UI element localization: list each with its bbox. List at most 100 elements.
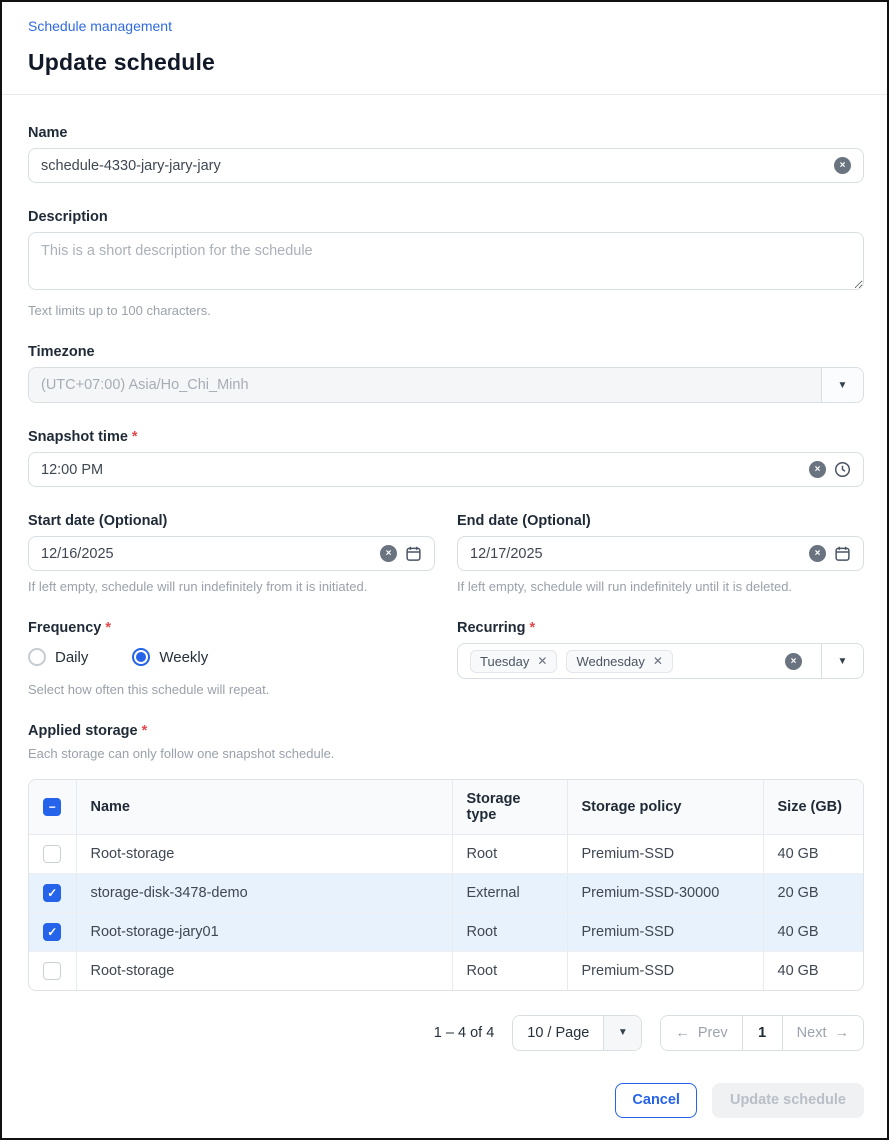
name-label: Name xyxy=(28,125,864,141)
cell-storage-policy: Premium-SSD xyxy=(567,912,763,951)
table-row: ✓ Root-storage-jary01RootPremium-SSD40 GB xyxy=(29,912,863,951)
snapshot-time-label: Snapshot time* xyxy=(28,429,864,445)
description-group: Description Text limits up to 100 charac… xyxy=(28,209,864,318)
cell-storage-type: Root xyxy=(452,912,567,951)
recurring-group: Recurring* Tuesday ✕ Wednesday ✕ × ▼ xyxy=(457,620,864,697)
radio-icon xyxy=(132,648,150,666)
cell-name: Root-storage xyxy=(76,951,452,990)
timezone-value: (UTC+07:00) Asia/Ho_Chi_Minh xyxy=(29,368,821,402)
name-input[interactable] xyxy=(41,158,826,174)
start-date-input[interactable] xyxy=(41,546,372,562)
row-checkbox[interactable]: ✓ xyxy=(43,923,61,941)
row-checkbox[interactable] xyxy=(43,962,61,980)
end-date-group: End date (Optional) × If left empty, sch… xyxy=(457,513,864,594)
required-asterisk: * xyxy=(105,620,111,636)
cell-size: 40 GB xyxy=(763,951,863,990)
description-label: Description xyxy=(28,209,864,225)
storage-table-body: Root-storageRootPremium-SSD40 GB✓storage… xyxy=(29,834,863,990)
recurring-label: Recurring* xyxy=(457,620,864,636)
start-date-helper: If left empty, schedule will run indefin… xyxy=(28,579,435,594)
table-row: ✓storage-disk-3478-demoExternalPremium-S… xyxy=(29,873,863,912)
pager: ← Prev 1 Next → xyxy=(660,1015,864,1051)
row-checkbox[interactable]: ✓ xyxy=(43,884,61,902)
radio-daily[interactable]: Daily xyxy=(28,648,88,666)
chevron-down-icon: ▼ xyxy=(838,380,848,391)
cancel-button[interactable]: Cancel xyxy=(615,1083,697,1118)
start-date-field: × xyxy=(28,536,435,571)
clear-icon[interactable]: × xyxy=(834,157,851,174)
applied-storage-section: Applied storage* Each storage can only f… xyxy=(28,723,864,1051)
column-header-size: Size (GB) xyxy=(763,780,863,834)
breadcrumb-schedule-management[interactable]: Schedule management xyxy=(28,18,861,34)
cell-name: storage-disk-3478-demo xyxy=(76,873,452,912)
table-row: Root-storageRootPremium-SSD40 GB xyxy=(29,834,863,873)
end-date-input[interactable] xyxy=(470,546,801,562)
end-date-helper: If left empty, schedule will run indefin… xyxy=(457,579,864,594)
page-size-value: 10 / Page xyxy=(513,1016,603,1050)
clear-icon[interactable]: × xyxy=(785,653,802,670)
start-date-label: Start date (Optional) xyxy=(28,513,435,529)
description-textarea[interactable] xyxy=(28,232,864,290)
tag-tuesday: Tuesday ✕ xyxy=(470,650,557,673)
select-all-checkbox[interactable]: − xyxy=(43,798,61,816)
cell-size: 40 GB xyxy=(763,912,863,951)
frequency-options: Daily Weekly xyxy=(28,646,435,668)
prev-button[interactable]: ← Prev xyxy=(661,1016,741,1050)
arrow-left-icon: ← xyxy=(675,1025,690,1041)
current-page: 1 xyxy=(742,1016,782,1050)
end-date-field: × xyxy=(457,536,864,571)
column-header-storage-policy: Storage policy xyxy=(567,780,763,834)
table-row: Root-storageRootPremium-SSD40 GB xyxy=(29,951,863,990)
pagination-range: 1 – 4 of 4 xyxy=(434,1025,494,1041)
timezone-dropdown-button[interactable]: ▼ xyxy=(821,368,863,402)
column-header-name: Name xyxy=(76,780,452,834)
row-checkbox[interactable] xyxy=(43,845,61,863)
page-size-select[interactable]: 10 / Page ▼ xyxy=(512,1015,642,1051)
applied-storage-helper: Each storage can only follow one snapsho… xyxy=(28,746,864,761)
radio-icon xyxy=(28,648,46,666)
cell-storage-type: Root xyxy=(452,951,567,990)
cell-name: Root-storage-jary01 xyxy=(76,912,452,951)
required-asterisk: * xyxy=(132,429,138,445)
name-group: Name × xyxy=(28,125,864,183)
close-icon[interactable]: ✕ xyxy=(537,654,547,668)
snapshot-time-input[interactable] xyxy=(41,462,801,478)
storage-table: − Name Storage type Storage policy Size … xyxy=(28,779,864,991)
frequency-row: Frequency* Daily Weekly Select how often… xyxy=(28,620,864,723)
cell-size: 20 GB xyxy=(763,873,863,912)
cell-storage-type: Root xyxy=(452,834,567,873)
clock-icon[interactable] xyxy=(834,461,851,478)
recurring-dropdown-button[interactable]: ▼ xyxy=(821,644,863,678)
next-button[interactable]: Next → xyxy=(782,1016,863,1050)
calendar-icon[interactable] xyxy=(405,545,422,562)
timezone-select: (UTC+07:00) Asia/Ho_Chi_Minh ▼ xyxy=(28,367,864,403)
page-header: Schedule management Update schedule xyxy=(2,2,887,76)
clear-icon[interactable]: × xyxy=(380,545,397,562)
cell-storage-type: External xyxy=(452,873,567,912)
frequency-label: Frequency* xyxy=(28,620,435,636)
table-header-row: − Name Storage type Storage policy Size … xyxy=(29,780,863,834)
cell-storage-policy: Premium-SSD xyxy=(567,951,763,990)
snapshot-time-group: Snapshot time* × xyxy=(28,429,864,487)
pagination: 1 – 4 of 4 10 / Page ▼ ← Prev 1 Next → xyxy=(28,1015,864,1051)
snapshot-time-field: × xyxy=(28,452,864,487)
clear-icon[interactable]: × xyxy=(809,545,826,562)
cell-name: Root-storage xyxy=(76,834,452,873)
required-asterisk: * xyxy=(142,723,148,739)
description-helper: Text limits up to 100 characters. xyxy=(28,303,864,318)
required-asterisk: * xyxy=(530,620,536,636)
applied-storage-label: Applied storage* xyxy=(28,723,864,739)
cell-storage-policy: Premium-SSD xyxy=(567,834,763,873)
cell-size: 40 GB xyxy=(763,834,863,873)
name-field: × xyxy=(28,148,864,183)
update-schedule-form: Name × Description Text limits up to 100… xyxy=(2,95,887,1142)
close-icon[interactable]: ✕ xyxy=(653,654,663,668)
tag-wednesday: Wednesday ✕ xyxy=(566,650,672,673)
chevron-down-icon: ▼ xyxy=(603,1016,641,1050)
update-schedule-button[interactable]: Update schedule xyxy=(712,1083,864,1118)
clear-icon[interactable]: × xyxy=(809,461,826,478)
start-date-group: Start date (Optional) × If left empty, s… xyxy=(28,513,435,594)
page-title: Update schedule xyxy=(28,49,861,76)
calendar-icon[interactable] xyxy=(834,545,851,562)
radio-weekly[interactable]: Weekly xyxy=(132,648,208,666)
